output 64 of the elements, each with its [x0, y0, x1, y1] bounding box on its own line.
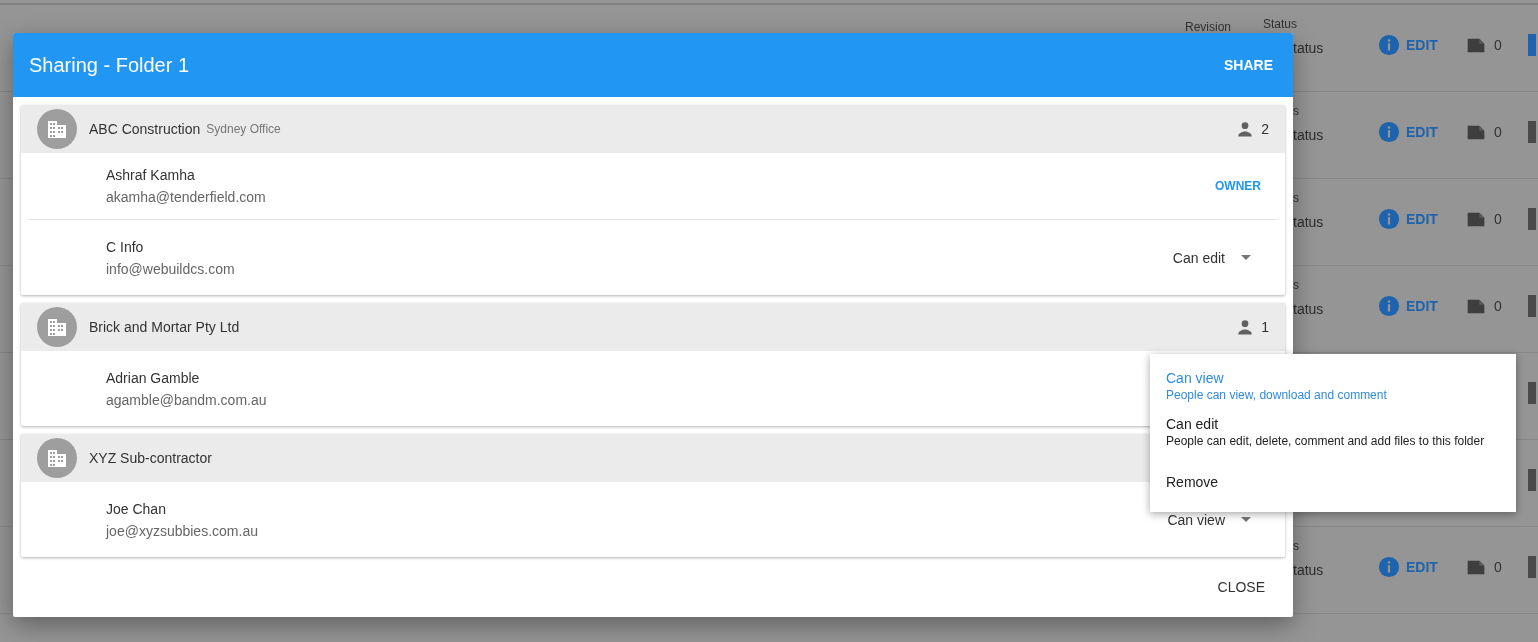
member-email: info@webuildcs.com — [106, 260, 235, 277]
status-text: tatus — [1293, 214, 1324, 230]
role-dropdown[interactable]: Can view — [1167, 511, 1251, 528]
building-icon — [37, 307, 77, 347]
file-icon — [1466, 297, 1486, 315]
company-name: XYZ Sub-contractor — [89, 450, 212, 466]
owner-label: OWNER — [1215, 179, 1261, 193]
building-icon — [37, 438, 77, 478]
edit-link[interactable]: EDIT — [1406, 298, 1438, 314]
member-email: agamble@bandm.com.au — [106, 391, 267, 408]
option-label: Remove — [1166, 474, 1219, 490]
dialog-title: Sharing - Folder 1 — [29, 53, 190, 77]
count-text: 0 — [1494, 211, 1502, 227]
column-label: Revision — [1185, 20, 1232, 34]
caret-icon — [1241, 255, 1251, 260]
member-name: C Info — [106, 238, 144, 255]
status-text: tatus — [1293, 127, 1324, 143]
close-button[interactable]: CLOSE — [1209, 573, 1273, 601]
file-icon — [1466, 558, 1486, 576]
info-icon[interactable] — [1378, 556, 1400, 578]
info-icon[interactable] — [1378, 208, 1400, 230]
member-count: 2 — [1261, 121, 1269, 137]
member-email: akamha@tenderfield.com — [106, 189, 266, 205]
menu-item[interactable]: Can view People can view, download and comment — [1150, 366, 1516, 408]
building-icon — [37, 109, 77, 149]
member-name: Joe Chan — [106, 500, 166, 517]
member-name: Ashraf Kamha — [106, 167, 195, 183]
caret-icon — [1241, 517, 1251, 522]
column-label: s — [1293, 104, 1299, 118]
office-name: Sydney Office — [206, 122, 281, 136]
file-icon — [1466, 36, 1486, 54]
company-name: ABC Construction — [89, 121, 201, 137]
option-label: Can view — [1166, 370, 1224, 386]
edit-link[interactable]: EDIT — [1406, 124, 1438, 140]
edit-link[interactable]: EDIT — [1406, 559, 1438, 575]
status-text: tatus — [1293, 301, 1324, 317]
option-label: Can edit — [1166, 416, 1219, 432]
option-description: People can edit, delete, comment and add files to this folder — [1166, 434, 1485, 448]
option-description: People can view, download and comment — [1166, 388, 1387, 402]
column-label: s — [1293, 539, 1299, 553]
column-label: Status — [1263, 17, 1298, 31]
count-text: 0 — [1494, 559, 1502, 575]
status-text: tatus — [1293, 40, 1324, 56]
column-label: s — [1293, 191, 1299, 205]
role-dropdown[interactable]: Can edit — [1172, 249, 1251, 266]
file-icon — [1466, 123, 1486, 141]
info-icon[interactable] — [1378, 34, 1400, 56]
count-text: 0 — [1494, 37, 1502, 53]
file-icon — [1466, 210, 1486, 228]
info-icon[interactable] — [1378, 295, 1400, 317]
edit-link[interactable]: EDIT — [1406, 37, 1438, 53]
count-text: 0 — [1494, 124, 1502, 140]
info-icon[interactable] — [1378, 121, 1400, 143]
count-text: 0 — [1494, 298, 1502, 314]
share-button[interactable]: SHARE — [1218, 51, 1279, 79]
member-count: 1 — [1261, 319, 1269, 335]
member-name: Adrian Gamble — [106, 369, 200, 386]
member-email: joe@xyzsubbies.com.au — [106, 522, 258, 539]
edit-link[interactable]: EDIT — [1406, 211, 1438, 227]
menu-item[interactable]: Remove — [1150, 470, 1516, 496]
status-text: tatus — [1293, 562, 1324, 578]
menu-item[interactable]: Can edit People can edit, delete, comment and add files to this folder — [1150, 412, 1516, 454]
column-label: s — [1293, 278, 1299, 292]
company-name: Brick and Mortar Pty Ltd — [89, 319, 240, 335]
